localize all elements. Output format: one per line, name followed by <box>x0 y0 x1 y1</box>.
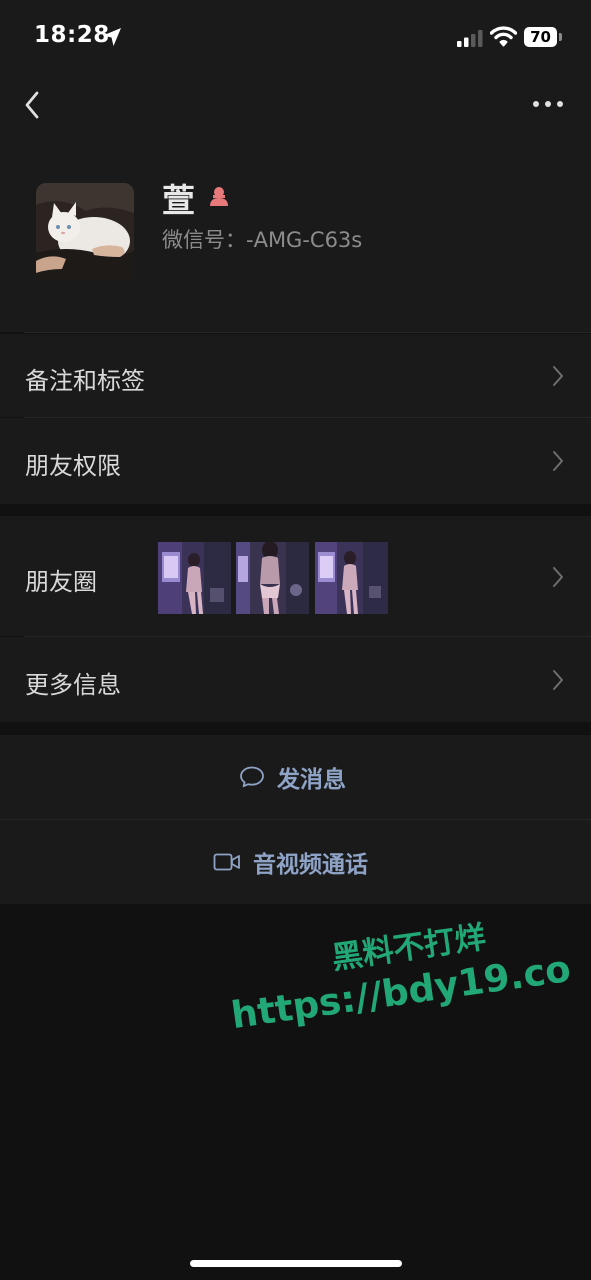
wechat-id: 微信号：-AMG-C63s <box>162 228 363 252</box>
moment-thumbnail[interactable] <box>315 542 388 614</box>
more-options-icon[interactable] <box>530 94 566 114</box>
status-time: 18:28 <box>34 22 110 48</box>
row-more-info[interactable]: 更多信息 <box>0 637 591 722</box>
chevron-right-icon <box>553 451 563 471</box>
cellular-signal-icon <box>457 30 483 47</box>
row-label: 更多信息 <box>25 671 121 699</box>
location-arrow-icon <box>103 28 121 46</box>
chevron-right-icon <box>553 366 563 386</box>
row-remark-and-tags[interactable]: 备注和标签 <box>0 334 591 417</box>
chevron-right-icon <box>553 567 563 587</box>
avatar[interactable] <box>36 183 134 281</box>
row-label: 备注和标签 <box>25 367 145 395</box>
video-call-button[interactable]: 音视频通话 <box>0 820 591 904</box>
female-icon <box>210 187 228 206</box>
status-bar: 18:28 70 <box>0 0 591 76</box>
send-message-button[interactable]: 发消息 <box>0 735 591 819</box>
moment-thumbnail[interactable] <box>236 542 309 614</box>
message-bubble-icon <box>240 766 264 788</box>
battery-level: 70 <box>530 28 551 46</box>
divider <box>24 332 591 333</box>
row-friend-permissions[interactable]: 朋友权限 <box>0 418 591 504</box>
row-moments[interactable]: 朋友圈 <box>0 516 591 636</box>
chevron-right-icon <box>553 670 563 690</box>
nav-bar <box>0 76 591 136</box>
row-label: 朋友圈 <box>25 568 97 596</box>
send-message-label: 发消息 <box>277 767 346 793</box>
profile-header: 萱 微信号：-AMG-C63s <box>0 136 591 332</box>
video-call-label: 音视频通话 <box>253 852 368 878</box>
moment-thumbnail[interactable] <box>158 542 231 614</box>
wifi-icon <box>490 26 517 47</box>
battery-indicator: 70 <box>524 27 562 47</box>
watermark: 黑料不打烊 https://bdy19.co <box>222 902 574 1037</box>
row-label: 朋友权限 <box>25 452 121 480</box>
video-camera-icon <box>213 853 240 871</box>
home-indicator[interactable] <box>190 1260 402 1267</box>
back-chevron-icon[interactable] <box>20 88 46 122</box>
profile-name: 萱 <box>162 181 195 220</box>
